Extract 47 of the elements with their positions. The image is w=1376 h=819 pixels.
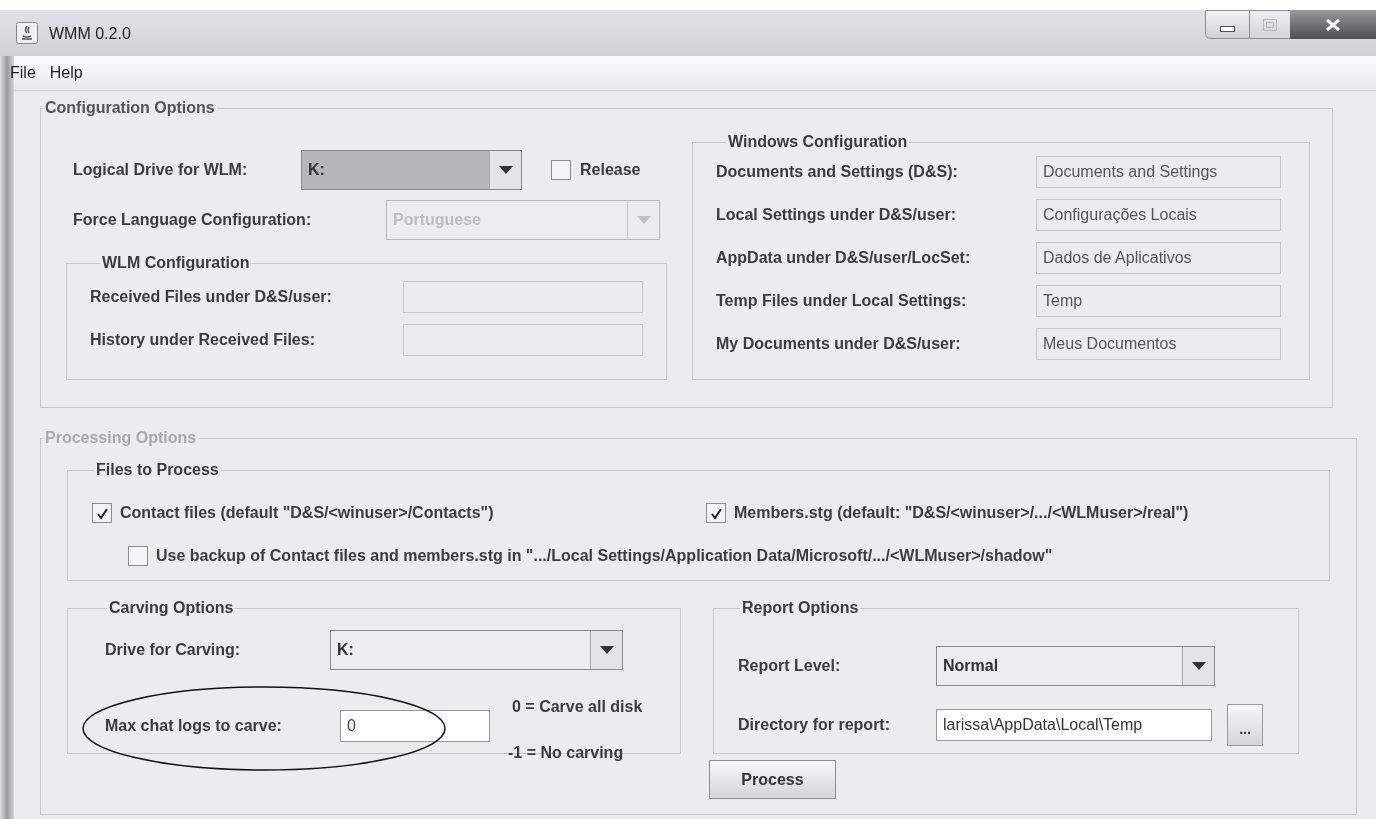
check-icon	[95, 506, 109, 520]
field-label: Drive for Carving:	[105, 640, 242, 660]
field-label: Max chat logs to carve:	[105, 716, 283, 736]
text-field[interactable]	[403, 324, 643, 356]
text-field[interactable]	[403, 281, 643, 313]
close-button[interactable]	[1290, 10, 1376, 39]
caret-icon	[497, 165, 514, 175]
minimize-button[interactable]	[1205, 10, 1250, 39]
checkbox-label[interactable]: Release	[580, 158, 641, 182]
field-label: Temp Files under Local Settings:	[716, 291, 968, 311]
text-field[interactable]: Configurações Locais	[1036, 199, 1281, 231]
group-title: Processing Options	[44, 428, 198, 448]
text-field[interactable]: Dados de Aplicativos	[1036, 242, 1281, 274]
checkbox[interactable]	[551, 160, 571, 180]
dropdown[interactable]: K:	[301, 150, 522, 190]
maximize-icon	[1263, 18, 1277, 31]
field-label: Local Settings under D&S/user:	[716, 205, 958, 225]
field-label: Logical Drive for WLM:	[73, 160, 249, 180]
group-title: Carving Options	[108, 598, 235, 618]
field-label: Report Level:	[738, 656, 842, 676]
text-field[interactable]: Meus Documentos	[1036, 328, 1281, 360]
field-label: History under Received Files:	[90, 330, 316, 350]
field-label: My Documents under D&S/user:	[716, 334, 962, 354]
close-icon	[1325, 17, 1341, 32]
field-label: Force Language Configuration:	[73, 210, 313, 230]
text-field[interactable]: Documents and Settings	[1036, 156, 1281, 188]
caret-icon	[598, 645, 615, 655]
group-title: WLM Configuration	[101, 253, 251, 273]
field-label: Documents and Settings (D&S):	[716, 162, 959, 182]
hint-text: -1 = No carving	[508, 743, 625, 763]
group-title: Files to Process	[95, 460, 220, 480]
field-label: Received Files under D&S/user:	[90, 287, 333, 307]
check-icon	[709, 506, 723, 520]
caret-icon	[635, 215, 652, 225]
minimize-icon	[1220, 25, 1235, 32]
group-title: Configuration Options	[44, 98, 216, 118]
menu-item[interactable]: File	[10, 61, 36, 85]
field-label: AppData under D&S/user/LocSet:	[716, 248, 972, 268]
field-label: Directory for report:	[738, 715, 892, 735]
text-field[interactable]: Temp	[1036, 285, 1281, 317]
caret-icon	[1190, 661, 1207, 671]
window-title: WMM 0.2.0	[49, 24, 131, 44]
app-icon	[16, 22, 38, 44]
group-title: Report Options	[741, 598, 860, 618]
menu-item[interactable]: Help	[49, 61, 83, 85]
hint-text: 0 = Carve all disk	[512, 697, 643, 717]
group-title: Windows Configuration	[727, 132, 909, 152]
